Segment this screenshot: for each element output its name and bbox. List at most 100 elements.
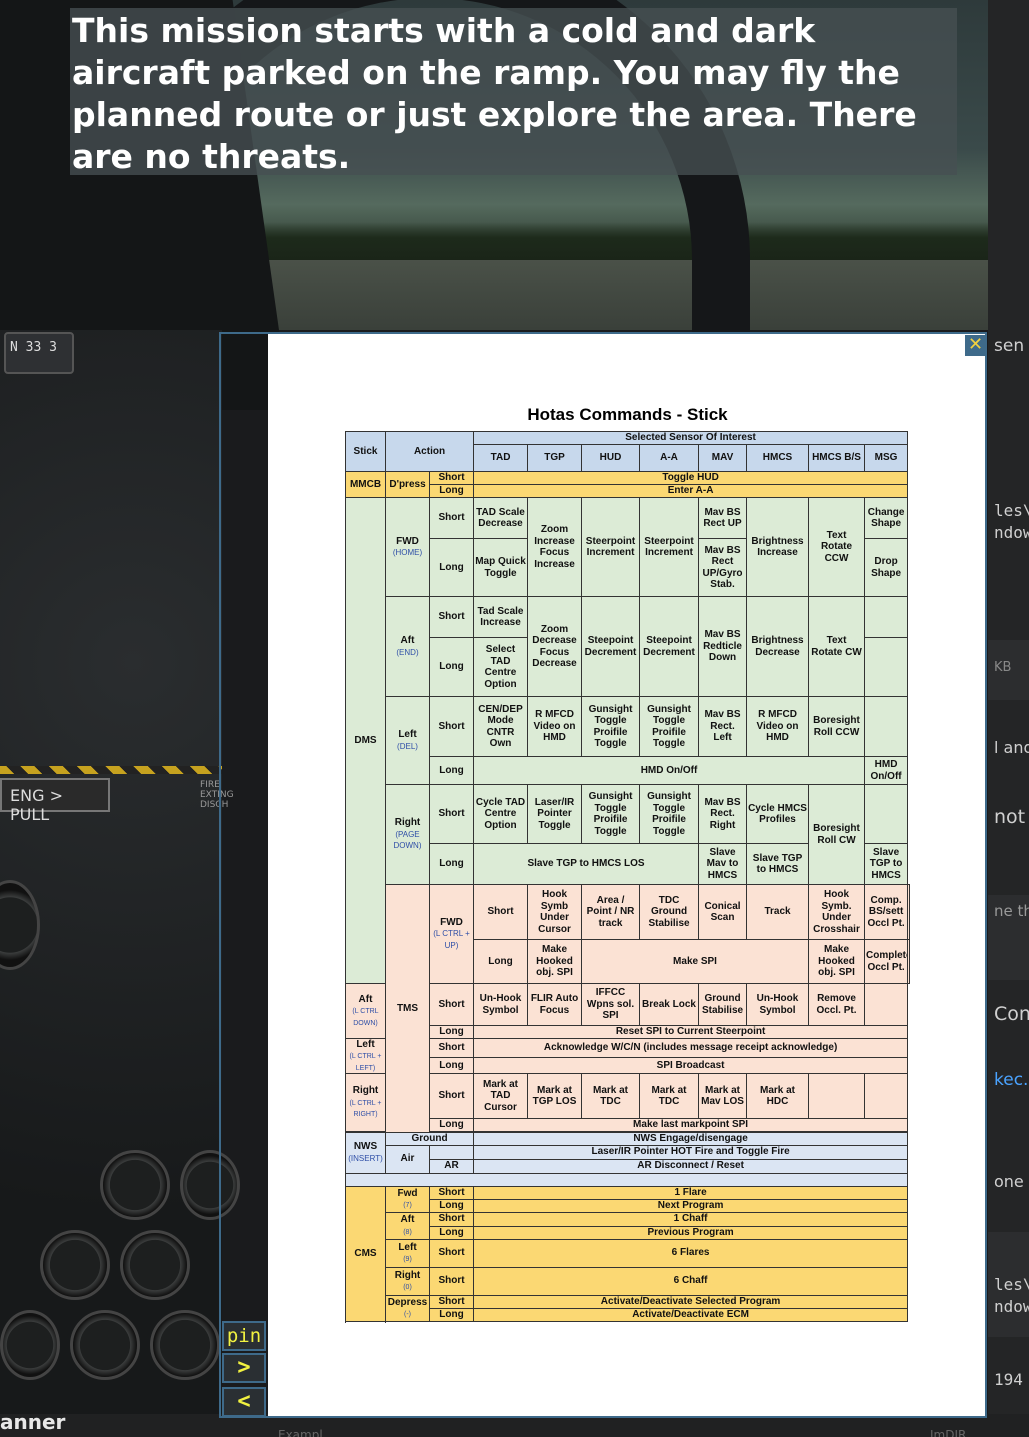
table-cell: Mav BS Redticle Down [698, 596, 748, 697]
press-short: Short [428, 1185, 475, 1200]
previous-page-button[interactable]: < [222, 1387, 266, 1417]
press-long: Long [428, 756, 475, 785]
action-left: Left (9) [385, 1238, 430, 1268]
panel-path-text: les\ [994, 1275, 1029, 1294]
table-cell: Gunsight Toggle Proifile Toggle [581, 784, 641, 844]
table-cell: Slave Mav to HMCS [698, 843, 748, 885]
press-short: Short [428, 1073, 475, 1119]
side-panel [988, 0, 1029, 1437]
press-short: Short [428, 784, 475, 844]
table-cell: Slave TGP to HMCS [864, 843, 909, 885]
table-cell: Gunsight Toggle Proifile Toggle [639, 696, 700, 757]
action-ar: AR [428, 1158, 475, 1174]
press-long: Long [473, 939, 529, 984]
close-button[interactable]: ✕ [965, 335, 986, 356]
table-cell: Un-Hook Symbol [473, 983, 529, 1026]
action-fwd: Fwd (7) [385, 1185, 430, 1213]
press-short: Short [428, 596, 475, 638]
engine-fire-pull-handle[interactable]: ENG > PULL [0, 778, 110, 824]
action-label: Depress [387, 1296, 428, 1308]
table-cell: Next Program [473, 1198, 909, 1213]
table-cell [864, 596, 909, 638]
engine-gauge [120, 1230, 190, 1300]
press-short: Short [428, 1037, 475, 1058]
column-header: HMCS B/S [808, 444, 866, 472]
table-cell: Boresight Roll CCW [808, 696, 866, 757]
table-cell: R MFCD Video on HMD [527, 696, 583, 757]
table-cell [864, 696, 909, 757]
table-cell: AR Disconnect / Reset [473, 1158, 909, 1174]
table-cell: 1 Flare [473, 1185, 909, 1200]
action-right: Right (0) [385, 1266, 430, 1296]
table-cell [428, 1144, 475, 1160]
panel-text: l and [994, 738, 1029, 757]
table-cell: Brightness Increase [746, 497, 810, 597]
action-label: Aft [400, 635, 415, 646]
table-cell: Make last markpoint SPI [473, 1118, 909, 1132]
table-cell: Mark at TDC [639, 1073, 700, 1119]
table-cell: Ground Stabilise [698, 983, 748, 1026]
column-header: HUD [581, 444, 641, 472]
panel-text: ne tha [994, 902, 1029, 920]
action-label: Aft [400, 1214, 415, 1225]
table-cell [864, 637, 909, 697]
table-cell: Toggle HUD [473, 471, 909, 485]
table-cell: Brightness Decrease [746, 596, 810, 697]
press-long: Long [428, 843, 475, 885]
mission-briefing: This mission starts with a cold and dark… [70, 8, 957, 176]
action-left: Left (DEL) [385, 696, 430, 785]
key-hint: (HOME) [392, 548, 423, 557]
table-cell: Make Hooked obj. SPI [527, 939, 583, 984]
table-cell: Mav BS Rect UP [698, 497, 748, 539]
table-cell: Steepoint Decrement [639, 596, 700, 697]
action-fwd: FWD (L CTRL + UP) [428, 884, 475, 984]
table-cell: Cycle HMCS Profiles [746, 784, 810, 844]
action-label: Left [398, 1241, 417, 1253]
bottom-link[interactable]: Exampl [278, 1428, 323, 1437]
key-hint: (7) [403, 1202, 412, 1209]
table-cell: TDC Ground Stabilise [639, 884, 700, 940]
table-cell: Mark at HDC [746, 1073, 810, 1119]
table-cell: Steepoint Decrement [581, 596, 641, 697]
action-label: Left [356, 1038, 375, 1050]
press-short: Short [473, 884, 529, 940]
row-group-nws: NWS (INSERT) [345, 1131, 386, 1174]
action-label: Left [398, 729, 417, 740]
press-short: Short [428, 1266, 475, 1296]
table-cell: Previous Program [473, 1225, 909, 1240]
standby-compass: N 33 3 [4, 332, 74, 374]
table-cell: FLIR Auto Focus [527, 983, 583, 1026]
press-long: Long [428, 1025, 475, 1039]
table-cell: Complete Occl Pt. [864, 939, 909, 984]
action-left: Left (L CTRL + LEFT) [345, 1037, 386, 1074]
table-cell [864, 1073, 909, 1119]
action-aft: Aft (8) [385, 1211, 430, 1240]
action-label: Aft [358, 993, 373, 1005]
table-cell: TAD Scale Decrease [473, 497, 529, 539]
table-cell: HMD On/Off [864, 756, 909, 785]
table-cell: HMD On/Off [473, 756, 866, 785]
press-long: Long [428, 538, 475, 597]
panel-link[interactable]: kec.c [994, 1070, 1029, 1090]
table-cell: Mark at Mav LOS [698, 1073, 748, 1119]
spacer-row [344, 1172, 909, 1187]
action-label: Right [394, 1269, 421, 1281]
table-cell: Remove Occl. Pt. [808, 983, 866, 1026]
header-action: Action [384, 431, 475, 472]
table-cell: Reset SPI to Current Steerpoint [473, 1025, 909, 1039]
table-cell: Text Rotate CW [808, 596, 866, 697]
table-cell: NWS Engage/disengage [473, 1131, 909, 1146]
key-hint: (L CTRL + RIGHT) [349, 1099, 382, 1119]
engine-gauge [70, 1310, 140, 1380]
key-hint: (0) [403, 1284, 412, 1291]
press-long: Long [428, 637, 475, 697]
press-short: Short [428, 471, 475, 485]
table-cell: Laser/IR Pointer HOT Fire and Toggle Fir… [473, 1144, 909, 1160]
row-group-dms: DMS [345, 497, 386, 984]
table-cell: R MFCD Video on HMD [746, 696, 810, 757]
next-page-button[interactable]: > [222, 1353, 266, 1383]
action-dpress: D'press [385, 471, 430, 498]
action-label: Right [394, 817, 421, 829]
table-cell: Zoom Decrease Focus Decrease [527, 596, 583, 697]
pin-button[interactable]: pin [222, 1321, 266, 1351]
